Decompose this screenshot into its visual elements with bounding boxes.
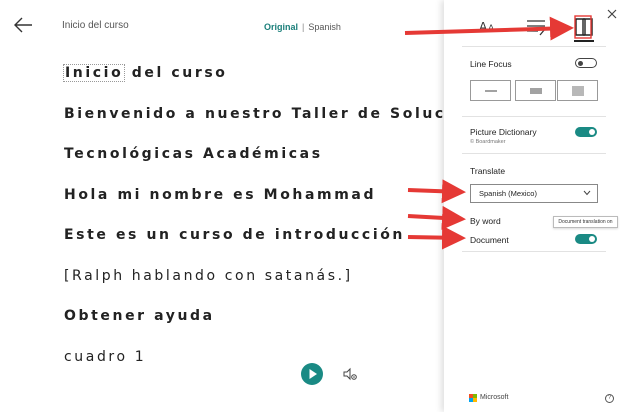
reader-line[interactable]: Tecnológicas Académicas <box>64 145 444 186</box>
reading-options-panel: AA Line Focus Picture Dictionary © Board… <box>444 0 624 412</box>
help-icon[interactable]: ? <box>605 394 614 403</box>
line-focus-three-lines-button[interactable] <box>515 80 556 101</box>
divider <box>462 153 606 154</box>
reader-line[interactable]: [Ralph hablando con satanás.] <box>64 267 444 308</box>
microsoft-logo-icon <box>469 394 477 402</box>
divider <box>462 46 606 47</box>
line-focus-five-lines-button[interactable] <box>557 80 598 101</box>
play-icon <box>309 369 317 379</box>
grammar-options-icon[interactable] <box>524 16 548 38</box>
back-arrow-icon[interactable] <box>12 14 34 36</box>
focused-word[interactable]: Inicio <box>62 64 126 82</box>
reader-line[interactable]: cuadro 1 <box>64 348 444 389</box>
document-translation-toggle[interactable] <box>575 234 597 244</box>
document-title: Inicio del curso <box>62 20 129 31</box>
panel-tabs: AA <box>444 14 624 42</box>
language-toggle[interactable]: Original | Spanish <box>264 22 341 32</box>
divider <box>462 116 606 117</box>
line-focus-label: Line Focus <box>470 59 512 69</box>
text-preferences-icon[interactable]: AA <box>476 16 500 38</box>
picture-dictionary-label: Picture Dictionary <box>470 127 537 137</box>
reader-line[interactable]: Este es un curso de introducción <box>64 226 444 267</box>
picture-dictionary-toggle[interactable] <box>575 127 597 137</box>
line-focus-toggle[interactable] <box>575 58 597 68</box>
microsoft-brand: Microsoft <box>480 394 509 401</box>
voice-settings-icon[interactable] <box>342 366 358 382</box>
reader-line[interactable]: Obtener ayuda <box>64 307 444 348</box>
reader-text: Inicio del curso Bienvenido a nuestro Ta… <box>62 64 444 389</box>
play-button[interactable] <box>301 363 323 385</box>
reader-line[interactable]: Inicio del curso <box>62 64 444 105</box>
translation-language-select[interactable]: Spanish (Mexico) <box>470 184 598 203</box>
target-language-option[interactable]: Spanish <box>308 22 341 32</box>
reading-preferences-icon[interactable] <box>572 16 596 42</box>
chevron-down-icon <box>583 190 591 196</box>
original-language-option[interactable]: Original <box>264 22 298 32</box>
svg-text:A: A <box>488 24 495 34</box>
translate-label: Translate <box>470 166 506 176</box>
svg-text:A: A <box>479 20 488 34</box>
divider <box>462 251 606 252</box>
reader-line[interactable]: Bienvenido a nuestro Taller de Solucione <box>64 105 444 146</box>
line-focus-one-line-button[interactable] <box>470 80 511 101</box>
reader-area: Inicio del curso Original | Spanish Inicio… <box>0 0 444 412</box>
reader-line[interactable]: Hola mi nombre es Mohammad <box>64 186 444 227</box>
by-word-label: By word <box>470 216 501 226</box>
document-translation-tooltip: Document translation on <box>553 216 618 228</box>
document-label: Document <box>470 235 509 245</box>
boardmaker-credit: © Boardmaker <box>470 139 506 145</box>
